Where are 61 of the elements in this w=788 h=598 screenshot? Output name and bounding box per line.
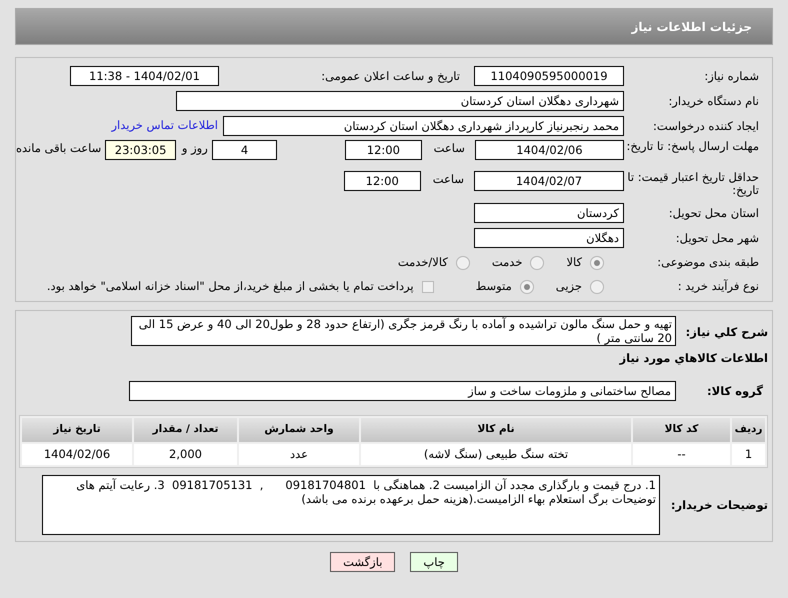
payment-label: پرداخت تمام یا بخشی از مبلغ خرید،از محل "اسناد خزانه اسلامی" خواهد بود. <box>46 278 414 295</box>
header-title: جزئیات اطلاعات نیاز <box>631 18 752 36</box>
radio-label: متوسط <box>476 278 512 295</box>
payment-checkbox[interactable] <box>422 280 434 292</box>
radio-button[interactable] <box>590 280 604 294</box>
table-cell: 1 <box>732 444 765 466</box>
field-label: نام دستگاه خریدار: <box>667 94 759 108</box>
field-label: روز و <box>182 140 208 157</box>
field-label: ساعت باقی مانده <box>16 140 102 157</box>
field-label: شهر محل تحویل: <box>674 232 759 244</box>
column-header: ردیف <box>732 418 765 442</box>
province-field: کردستان <box>474 203 624 223</box>
goods-group-field: مصالح ساختمانی و ملزومات ساخت و ساز <box>129 381 676 402</box>
radio-button[interactable] <box>530 256 544 270</box>
column-header: تاریخ نیاز <box>22 418 132 442</box>
field-label: نوع فرآیند خرید : <box>676 280 759 293</box>
radio-label: جزیی <box>556 278 582 295</box>
description-field: تهیه و حمل سنگ مالون تراشیده و آماده با رنگ قرمز جگری (ارتفاع حدود 28 و طول20 الی 40 و عرض 15 الی 20 سانتی متر ) <box>131 316 676 346</box>
field-label: شماره نیاز: <box>703 70 759 82</box>
validity-date-field: 1404/02/07 <box>474 171 624 191</box>
column-header: واحد شمارش <box>239 418 359 442</box>
contact-link[interactable]: اطلاعات تماس خریدار <box>111 117 218 135</box>
table-cell: -- <box>633 444 730 466</box>
field-label: ساعت <box>432 171 464 188</box>
print-button[interactable]: چاپ <box>410 552 458 572</box>
column-header: نام کالا <box>361 418 631 442</box>
city-field: دهگلان <box>474 228 624 248</box>
validity-time-field: 12:00 <box>344 171 421 191</box>
field-label: ساعت <box>434 140 465 157</box>
radio-button[interactable] <box>456 256 470 270</box>
field-label: حداقل تاریخ اعتبار قیمت: تا تاریخ: <box>626 171 759 197</box>
announce-date-field: 1404/02/01 - 11:38 <box>70 66 219 86</box>
radio-label: خدمت <box>492 254 522 271</box>
table-cell: تخته سنگ طبیعی (سنگ لاشه) <box>361 444 631 466</box>
section-title: اطلاعات کالاهاي مورد نياز <box>618 350 768 367</box>
field-label: گروه کالا: <box>706 382 764 400</box>
deadline-time-field: 12:00 <box>345 140 422 160</box>
field-label: طبقه بندی موضوعی: <box>656 256 759 269</box>
notes-field: 1. درج قیمت و بارگذاری مجدد آن الزامیست 2. هماهنگی با 09181704801 , 09181705131 3. رعایت آیتم های توضیحات برگ استعلام بهاء الزامیست.(هزینه حمل برعهده برنده می باشد) <box>42 475 660 536</box>
days-field: 4 <box>212 140 278 160</box>
remaining-time-field: 23:03:05 <box>105 140 176 160</box>
field-label: تاریخ و ساعت اعلان عمومی: <box>320 70 461 82</box>
column-header: تعداد / مقدار <box>134 418 237 442</box>
table-cell: 2,000 <box>134 444 237 466</box>
field-label: استان محل تحویل: <box>668 206 759 220</box>
table-cell: 1404/02/06 <box>22 444 132 466</box>
buyer-field: شهرداری دهگلان استان کردستان <box>176 91 624 111</box>
creator-field: محمد رنجبرنیاز کارپرداز شهرداری دهگلان استان کردستان <box>223 116 624 136</box>
field-label: ایجاد کننده درخواست: <box>652 120 759 132</box>
field-label: مهلت ارسال پاسخ: تا تاریخ: <box>625 140 759 153</box>
field-label: توضیحات خریدار: <box>670 496 768 514</box>
radio-label: کالا/خدمت <box>398 254 448 271</box>
need-number-field: 1104090595000019 <box>474 66 624 86</box>
radio-label: کالا <box>566 254 582 271</box>
column-header: کد کالا <box>633 418 730 442</box>
back-button[interactable]: بازگشت <box>330 552 396 572</box>
deadline-date-field: 1404/02/06 <box>474 140 624 160</box>
table-cell: عدد <box>239 444 359 466</box>
radio-button[interactable] <box>590 256 604 270</box>
radio-button[interactable] <box>520 280 534 294</box>
field-label: شرح کلي نياز: <box>684 324 768 341</box>
